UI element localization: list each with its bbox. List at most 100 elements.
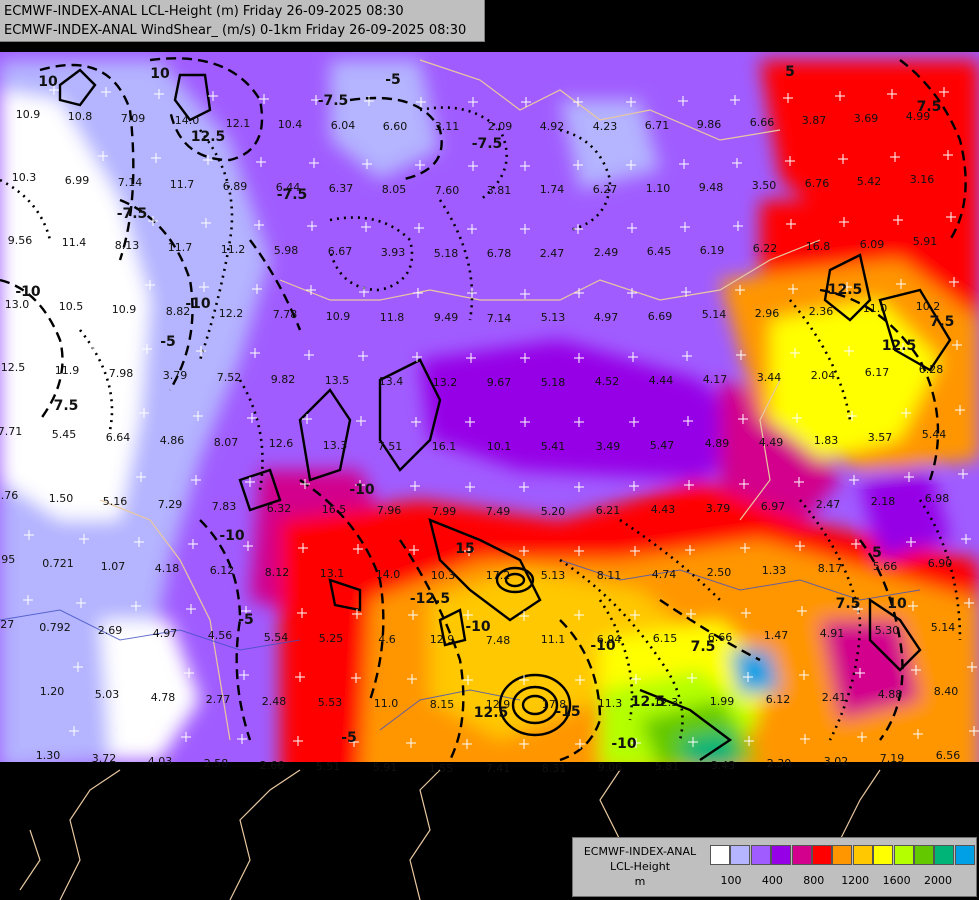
station-value: 16.1 [432,440,457,453]
station-value: 5.18 [541,376,566,389]
contour-label: 7.5 [54,398,79,414]
contour-label: -7.5 [472,136,503,152]
title-line-lcl: ECMWF-INDEX-ANAL LCL-Height (m) Friday 2… [4,4,404,19]
color-legend: ECMWF-INDEX-ANAL LCL-Height m 100 400 800 1… [572,837,977,897]
legend-unit: m [634,875,646,888]
contour-label: -5 [385,72,401,88]
station-value: 2.77 [206,693,231,706]
legend-labels: ECMWF-INDEX-ANAL LCL-Height m [577,844,703,889]
station-value: 2.09 [488,120,513,133]
station-value: 6.76 [805,177,830,190]
title-line-windshear: ECMWF-INDEX-ANAL WindShear_ (m/s) 0-1km … [4,23,467,38]
station-value: 7.41 [486,762,511,775]
station-value: 6.04 [331,119,356,132]
station-value: 1.74 [540,183,565,196]
station-value: 2.47 [816,498,841,511]
station-value: 6.17 [865,366,890,379]
station-value: 5.91 [913,235,938,248]
station-value: 4.97 [594,311,619,324]
legend-swatch [832,845,853,865]
station-value: 3.69 [854,112,879,125]
station-value: 10.5 [59,300,84,313]
station-value: 3.72 [92,752,117,765]
station-value: 4.88 [878,688,903,701]
station-value: 1.20 [40,685,65,698]
legend-variable: LCL-Height [609,860,671,873]
station-value: 4.03 [148,755,173,768]
station-value: 3.93 [381,246,406,259]
contour-label: 12.5 [191,129,226,145]
contour-label: -10 [185,296,211,312]
station-value: 0.721 [42,557,74,570]
station-value: 3.57 [868,431,893,444]
station-value: 7.99 [432,505,457,518]
station-value: 8.31 [542,762,567,775]
station-value: 12.1 [226,117,251,130]
contour-label: 12.5 [474,705,509,721]
station-value: 5.13 [541,569,566,582]
station-value: 10.8 [68,110,93,123]
station-value: 4.23 [593,120,618,133]
station-value: 9.82 [271,373,296,386]
station-value: 4.74 [652,568,677,581]
contour-label: -10 [15,284,41,300]
contour-label: 12.5 [828,282,863,298]
contour-label: -7.5 [318,93,349,109]
station-value: 6.56 [936,749,961,762]
weather-map: 10.9 10.8 7.09 14.0 12.1 10.4 6.04 6.60 3.11 2.09… [0,0,979,900]
station-value: 3.44 [757,371,782,384]
station-value: 4.91 [820,627,845,640]
station-value: 5.13 [541,311,566,324]
station-value: 9.67 [487,376,512,389]
station-value: 7.14 [118,176,143,189]
contour-label: 7.5 [930,314,955,330]
station-value: 10.9 [112,303,137,316]
contour-label: 15 [455,541,474,557]
station-value: 6.45 [647,245,672,258]
station-value: 11.9 [55,364,80,377]
station-value: 7.09 [121,112,146,125]
station-value: 11.8 [380,311,405,324]
station-value: 5.18 [434,247,459,260]
station-value: 9.48 [699,181,724,194]
contour-label: -5 [238,612,254,628]
station-value: 11.0 [863,302,888,315]
station-value: 4.52 [595,375,620,388]
station-value: 10.4 [278,118,303,131]
station-value: 1.47 [764,629,789,642]
station-value: 1.30 [36,749,61,762]
station-value: 6.12 [766,693,791,706]
station-value: 9.86 [697,118,722,131]
station-value: 6.98 [925,492,950,505]
station-value: 5.66 [873,560,898,573]
contour-label: -10 [349,482,375,498]
station-value: 6.32 [267,502,292,515]
contour-label: -15 [555,704,580,720]
legend-model: ECMWF-INDEX-ANAL [583,845,697,858]
station-value: 6.28 [919,363,944,376]
station-value: 7.51 [378,440,403,453]
station-value: 2.49 [594,246,619,259]
station-value: 7.14 [487,312,512,325]
contour-label: 7.5 [691,639,716,655]
station-value: 6.69 [648,310,673,323]
contour-label: -7.5 [277,187,308,203]
station-value: 2.50 [707,566,732,579]
legend-tick-label: 1200 [841,874,870,887]
station-value: 3.79 [706,502,731,515]
station-value: 10.1 [487,440,512,453]
station-value: 12.9 [430,633,455,646]
station-value: 12.6 [269,437,294,450]
contour-label: 7.5 [917,99,942,115]
station-value: 4.49 [759,436,784,449]
station-value: 4.92 [540,120,565,133]
station-value: 9.06 [598,761,623,774]
station-value: 3.79 [163,369,188,382]
station-value: 12.2 [219,307,244,320]
station-value: 3.02 [824,755,849,768]
station-value: 9.56 [8,234,33,247]
station-value: 2.48 [262,695,287,708]
station-value: 1.76 [0,489,18,502]
station-value: 6.99 [65,174,90,187]
station-value: 2.36 [809,305,834,318]
